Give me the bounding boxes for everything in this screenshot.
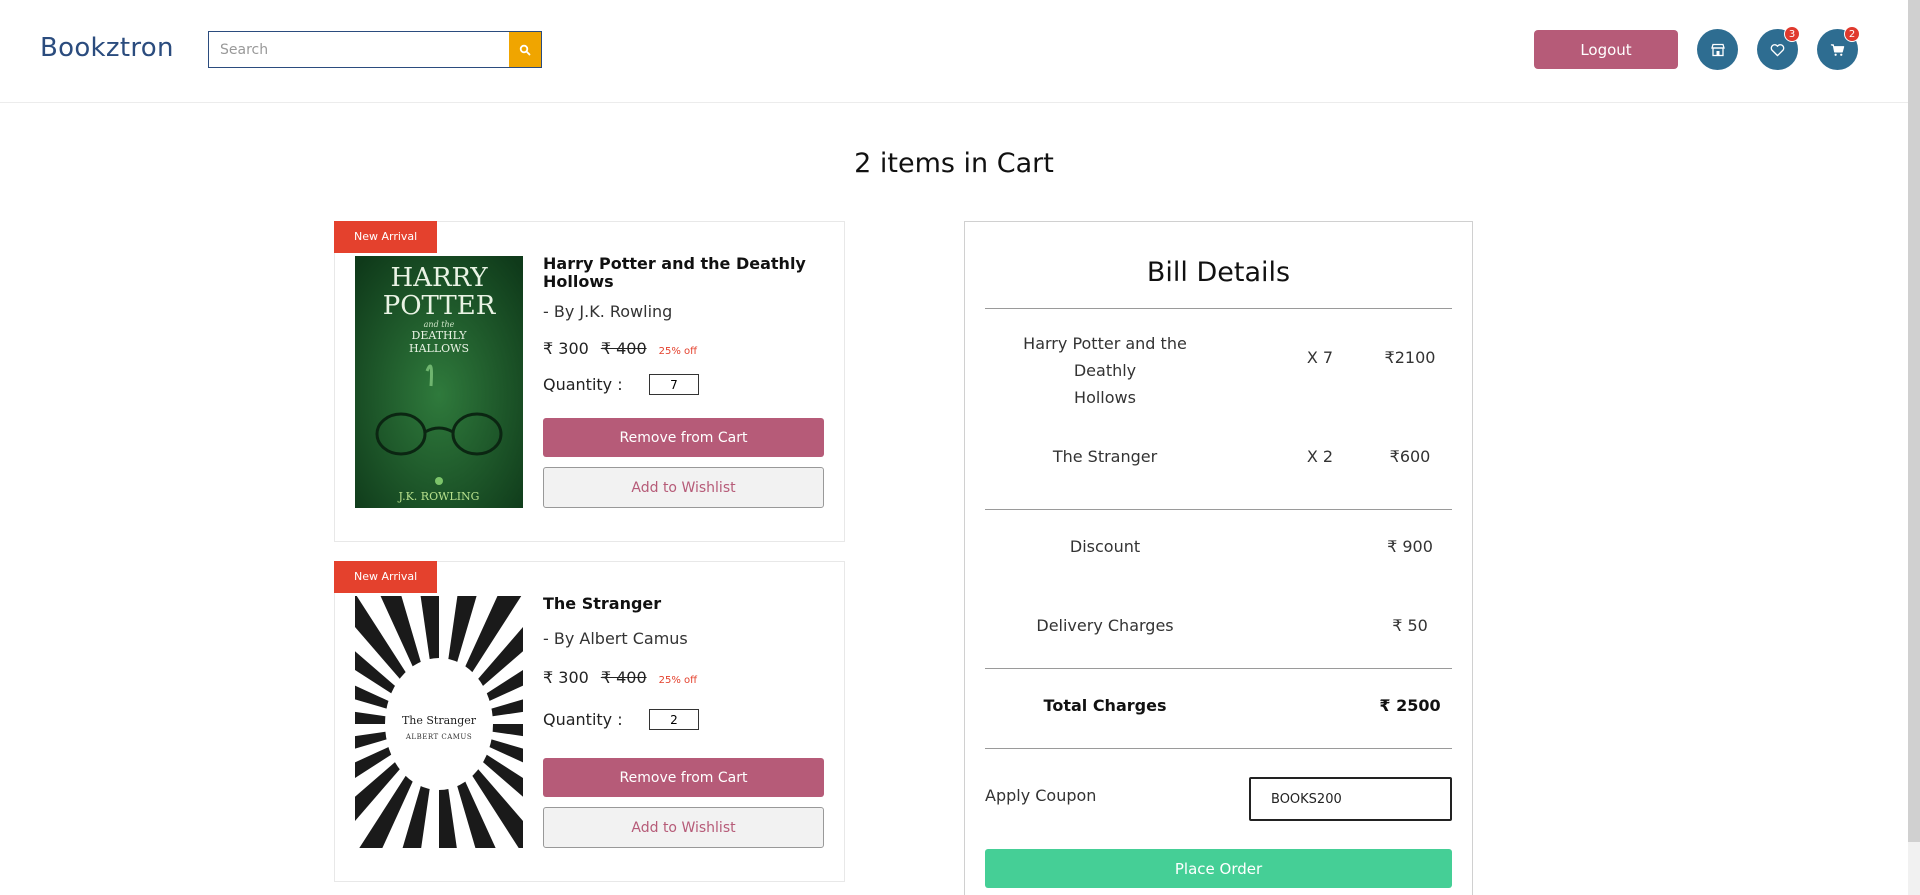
- book-title[interactable]: Harry Potter and the Deathly Hollows: [543, 255, 833, 291]
- book-author: - By Albert Camus: [543, 629, 688, 648]
- cover-title-line1: HARRY: [391, 263, 489, 293]
- scrollbar-thumb[interactable]: [1908, 0, 1920, 842]
- cart-button[interactable]: 2: [1817, 26, 1860, 70]
- wishlist-count-badge: 3: [1784, 26, 1800, 42]
- bill-title: Bill Details: [1146, 257, 1291, 288]
- bill-item-qty: X 2: [1306, 447, 1334, 466]
- brand-logo[interactable]: Bookztron: [40, 33, 174, 63]
- wishlist-button[interactable]: 3: [1757, 26, 1800, 70]
- bill-item-amount: ₹600: [1389, 447, 1431, 466]
- price-row: ₹ 300 ₹ 400 25% off: [543, 339, 697, 358]
- discount-label: Discount: [1069, 537, 1141, 556]
- divider: [985, 748, 1452, 749]
- delivery-charges-label: Delivery Charges: [1036, 616, 1174, 635]
- logout-button[interactable]: Logout: [1534, 30, 1678, 69]
- search-bar: [208, 31, 542, 68]
- add-to-wishlist-button[interactable]: Add to Wishlist: [543, 807, 824, 848]
- price-row: ₹ 300 ₹ 400 25% off: [543, 668, 697, 687]
- cart-item-card: New Arrival HARRY POTTER and the DEATHLY…: [334, 221, 845, 542]
- total-charges-label: Total Charges: [1043, 696, 1167, 715]
- quantity-row: Quantity :: [543, 709, 699, 730]
- cover-author: J.K. ROWLING: [398, 490, 480, 503]
- add-to-wishlist-button[interactable]: Add to Wishlist: [543, 467, 824, 508]
- discount-value: ₹ 900: [1387, 537, 1433, 556]
- search-icon: [519, 44, 531, 55]
- divider: [985, 668, 1452, 669]
- book-title[interactable]: The Stranger: [543, 595, 833, 613]
- cart-item-card: New Arrival The Stranger ALBERT CAMUS Th…: [334, 561, 845, 882]
- top-navbar: Bookztron Logout 3 2: [0, 0, 1908, 103]
- total-charges-value: ₹ 2500: [1379, 696, 1441, 715]
- cover-title-line3: and the: [424, 320, 455, 329]
- discount-label: 25% off: [658, 346, 698, 357]
- search-button[interactable]: [509, 32, 541, 67]
- search-input[interactable]: [209, 32, 509, 67]
- remove-from-cart-button[interactable]: Remove from Cart: [543, 418, 824, 457]
- book-cover-image[interactable]: The Stranger ALBERT CAMUS: [355, 596, 523, 848]
- new-arrival-ribbon: New Arrival: [334, 221, 438, 253]
- remove-from-cart-button[interactable]: Remove from Cart: [543, 758, 824, 797]
- bill-item-amount: ₹2100: [1384, 348, 1436, 367]
- original-price: ₹ 400: [600, 668, 647, 687]
- bill-item-name-line1: Harry Potter and the Deathly: [1023, 334, 1187, 380]
- page-title: 2 items in Cart: [854, 148, 1054, 179]
- current-price: ₹ 300: [543, 339, 589, 358]
- bill-item-qty: X 7: [1306, 348, 1334, 367]
- page-scrollbar[interactable]: [1908, 0, 1920, 895]
- quantity-label: Quantity :: [543, 375, 623, 394]
- bill-item-name: The Stranger: [1052, 447, 1158, 466]
- book-author: - By J.K. Rowling: [543, 302, 673, 321]
- discount-label: 25% off: [658, 675, 698, 686]
- cover-title: The Stranger: [402, 714, 477, 727]
- quantity-row: Quantity :: [543, 374, 699, 395]
- quantity-input[interactable]: [649, 374, 699, 395]
- cart-icon: [1830, 43, 1845, 56]
- divider: [985, 509, 1452, 510]
- heart-icon: [1770, 43, 1785, 56]
- cover-author: ALBERT CAMUS: [405, 733, 472, 741]
- bill-item-name: Harry Potter and the Deathly Hollows: [995, 330, 1215, 411]
- bill-item-name-line2: Hollows: [1074, 388, 1136, 407]
- cover-title-line2: POTTER: [383, 291, 497, 321]
- cart-count-badge: 2: [1844, 26, 1860, 42]
- cover-title-line4: DEATHLY: [412, 329, 468, 342]
- apply-coupon-label: Apply Coupon: [985, 786, 1097, 805]
- coupon-input[interactable]: [1249, 777, 1452, 821]
- quantity-input[interactable]: [649, 709, 699, 730]
- original-price: ₹ 400: [600, 339, 647, 358]
- place-order-button[interactable]: Place Order: [985, 849, 1452, 888]
- delivery-charges-value: ₹ 50: [1392, 616, 1428, 635]
- divider: [985, 308, 1452, 309]
- current-price: ₹ 300: [543, 668, 589, 687]
- book-cover-image[interactable]: HARRY POTTER and the DEATHLY HALLOWS J.K…: [355, 256, 523, 508]
- quantity-label: Quantity :: [543, 710, 623, 729]
- shop-button[interactable]: [1697, 29, 1738, 70]
- cover-title-line5: HALLOWS: [409, 342, 469, 355]
- bill-details-panel: Bill Details Harry Potter and the Deathl…: [964, 221, 1473, 895]
- store-icon: [1710, 43, 1725, 56]
- new-arrival-ribbon: New Arrival: [334, 561, 438, 593]
